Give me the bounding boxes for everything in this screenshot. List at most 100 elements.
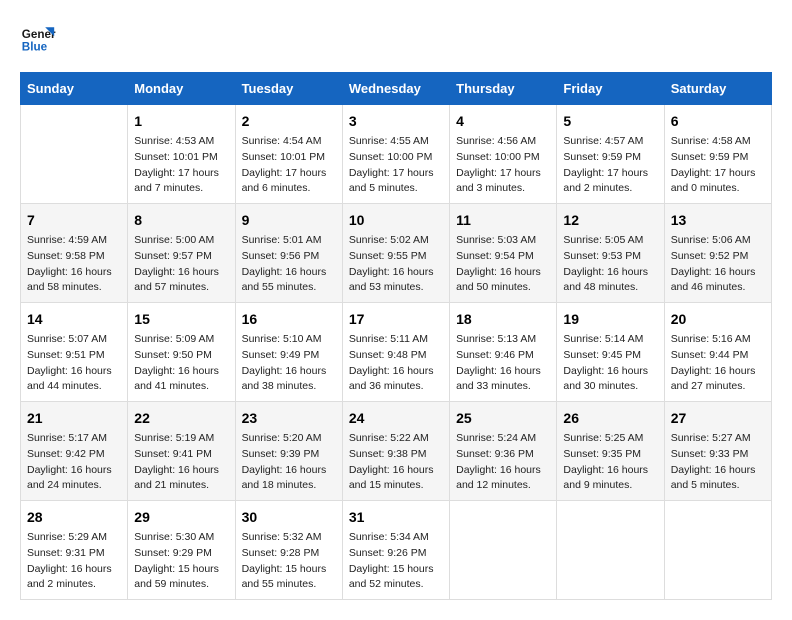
- day-info: Sunrise: 5:17 AM Sunset: 9:42 PM Dayligh…: [27, 431, 121, 494]
- col-header-friday: Friday: [557, 73, 664, 105]
- calendar-cell: 6Sunrise: 4:58 AM Sunset: 9:59 PM Daylig…: [664, 105, 771, 204]
- day-info: Sunrise: 5:29 AM Sunset: 9:31 PM Dayligh…: [27, 530, 121, 593]
- day-info: Sunrise: 5:01 AM Sunset: 9:56 PM Dayligh…: [242, 233, 336, 296]
- calendar-cell: 4Sunrise: 4:56 AM Sunset: 10:00 PM Dayli…: [450, 105, 557, 204]
- day-info: Sunrise: 5:00 AM Sunset: 9:57 PM Dayligh…: [134, 233, 228, 296]
- logo-icon: General Blue: [20, 20, 56, 56]
- calendar-cell: 28Sunrise: 5:29 AM Sunset: 9:31 PM Dayli…: [21, 501, 128, 600]
- calendar-cell: 14Sunrise: 5:07 AM Sunset: 9:51 PM Dayli…: [21, 303, 128, 402]
- day-number: 14: [27, 309, 121, 330]
- day-number: 26: [563, 408, 657, 429]
- calendar-cell: [450, 501, 557, 600]
- day-info: Sunrise: 5:20 AM Sunset: 9:39 PM Dayligh…: [242, 431, 336, 494]
- calendar-table: SundayMondayTuesdayWednesdayThursdayFrid…: [20, 72, 772, 600]
- calendar-cell: 29Sunrise: 5:30 AM Sunset: 9:29 PM Dayli…: [128, 501, 235, 600]
- day-number: 21: [27, 408, 121, 429]
- day-info: Sunrise: 5:05 AM Sunset: 9:53 PM Dayligh…: [563, 233, 657, 296]
- calendar-cell: 30Sunrise: 5:32 AM Sunset: 9:28 PM Dayli…: [235, 501, 342, 600]
- day-number: 3: [349, 111, 443, 132]
- calendar-week-row: 28Sunrise: 5:29 AM Sunset: 9:31 PM Dayli…: [21, 501, 772, 600]
- calendar-cell: 12Sunrise: 5:05 AM Sunset: 9:53 PM Dayli…: [557, 204, 664, 303]
- day-number: 17: [349, 309, 443, 330]
- day-number: 12: [563, 210, 657, 231]
- day-number: 6: [671, 111, 765, 132]
- day-number: 29: [134, 507, 228, 528]
- calendar-cell: 25Sunrise: 5:24 AM Sunset: 9:36 PM Dayli…: [450, 402, 557, 501]
- day-info: Sunrise: 5:32 AM Sunset: 9:28 PM Dayligh…: [242, 530, 336, 593]
- calendar-cell: 11Sunrise: 5:03 AM Sunset: 9:54 PM Dayli…: [450, 204, 557, 303]
- calendar-week-row: 1Sunrise: 4:53 AM Sunset: 10:01 PM Dayli…: [21, 105, 772, 204]
- calendar-cell: 10Sunrise: 5:02 AM Sunset: 9:55 PM Dayli…: [342, 204, 449, 303]
- calendar-header-row: SundayMondayTuesdayWednesdayThursdayFrid…: [21, 73, 772, 105]
- day-number: 24: [349, 408, 443, 429]
- calendar-cell: 19Sunrise: 5:14 AM Sunset: 9:45 PM Dayli…: [557, 303, 664, 402]
- day-number: 30: [242, 507, 336, 528]
- day-number: 31: [349, 507, 443, 528]
- col-header-wednesday: Wednesday: [342, 73, 449, 105]
- calendar-week-row: 7Sunrise: 4:59 AM Sunset: 9:58 PM Daylig…: [21, 204, 772, 303]
- day-info: Sunrise: 5:03 AM Sunset: 9:54 PM Dayligh…: [456, 233, 550, 296]
- day-info: Sunrise: 4:53 AM Sunset: 10:01 PM Daylig…: [134, 134, 228, 197]
- calendar-cell: 13Sunrise: 5:06 AM Sunset: 9:52 PM Dayli…: [664, 204, 771, 303]
- day-info: Sunrise: 4:56 AM Sunset: 10:00 PM Daylig…: [456, 134, 550, 197]
- col-header-sunday: Sunday: [21, 73, 128, 105]
- calendar-cell: 17Sunrise: 5:11 AM Sunset: 9:48 PM Dayli…: [342, 303, 449, 402]
- calendar-cell: [21, 105, 128, 204]
- svg-text:Blue: Blue: [22, 41, 48, 54]
- day-info: Sunrise: 5:13 AM Sunset: 9:46 PM Dayligh…: [456, 332, 550, 395]
- day-number: 27: [671, 408, 765, 429]
- day-number: 18: [456, 309, 550, 330]
- day-number: 5: [563, 111, 657, 132]
- day-info: Sunrise: 5:16 AM Sunset: 9:44 PM Dayligh…: [671, 332, 765, 395]
- calendar-cell: 24Sunrise: 5:22 AM Sunset: 9:38 PM Dayli…: [342, 402, 449, 501]
- day-info: Sunrise: 4:57 AM Sunset: 9:59 PM Dayligh…: [563, 134, 657, 197]
- day-info: Sunrise: 4:55 AM Sunset: 10:00 PM Daylig…: [349, 134, 443, 197]
- calendar-cell: [557, 501, 664, 600]
- calendar-cell: 21Sunrise: 5:17 AM Sunset: 9:42 PM Dayli…: [21, 402, 128, 501]
- day-info: Sunrise: 5:10 AM Sunset: 9:49 PM Dayligh…: [242, 332, 336, 395]
- calendar-week-row: 21Sunrise: 5:17 AM Sunset: 9:42 PM Dayli…: [21, 402, 772, 501]
- day-info: Sunrise: 5:14 AM Sunset: 9:45 PM Dayligh…: [563, 332, 657, 395]
- calendar-cell: 1Sunrise: 4:53 AM Sunset: 10:01 PM Dayli…: [128, 105, 235, 204]
- day-info: Sunrise: 5:25 AM Sunset: 9:35 PM Dayligh…: [563, 431, 657, 494]
- calendar-cell: 31Sunrise: 5:34 AM Sunset: 9:26 PM Dayli…: [342, 501, 449, 600]
- day-info: Sunrise: 5:27 AM Sunset: 9:33 PM Dayligh…: [671, 431, 765, 494]
- calendar-cell: 26Sunrise: 5:25 AM Sunset: 9:35 PM Dayli…: [557, 402, 664, 501]
- calendar-cell: 16Sunrise: 5:10 AM Sunset: 9:49 PM Dayli…: [235, 303, 342, 402]
- day-number: 8: [134, 210, 228, 231]
- page-header: General Blue: [20, 20, 772, 56]
- day-info: Sunrise: 4:59 AM Sunset: 9:58 PM Dayligh…: [27, 233, 121, 296]
- calendar-week-row: 14Sunrise: 5:07 AM Sunset: 9:51 PM Dayli…: [21, 303, 772, 402]
- day-number: 11: [456, 210, 550, 231]
- day-info: Sunrise: 4:54 AM Sunset: 10:01 PM Daylig…: [242, 134, 336, 197]
- calendar-cell: 9Sunrise: 5:01 AM Sunset: 9:56 PM Daylig…: [235, 204, 342, 303]
- calendar-cell: 27Sunrise: 5:27 AM Sunset: 9:33 PM Dayli…: [664, 402, 771, 501]
- day-number: 10: [349, 210, 443, 231]
- calendar-cell: 18Sunrise: 5:13 AM Sunset: 9:46 PM Dayli…: [450, 303, 557, 402]
- calendar-cell: 20Sunrise: 5:16 AM Sunset: 9:44 PM Dayli…: [664, 303, 771, 402]
- day-number: 20: [671, 309, 765, 330]
- day-info: Sunrise: 5:30 AM Sunset: 9:29 PM Dayligh…: [134, 530, 228, 593]
- day-number: 19: [563, 309, 657, 330]
- calendar-cell: 15Sunrise: 5:09 AM Sunset: 9:50 PM Dayli…: [128, 303, 235, 402]
- col-header-monday: Monday: [128, 73, 235, 105]
- col-header-thursday: Thursday: [450, 73, 557, 105]
- day-info: Sunrise: 4:58 AM Sunset: 9:59 PM Dayligh…: [671, 134, 765, 197]
- calendar-cell: 3Sunrise: 4:55 AM Sunset: 10:00 PM Dayli…: [342, 105, 449, 204]
- day-number: 25: [456, 408, 550, 429]
- logo: General Blue: [20, 20, 60, 56]
- day-number: 15: [134, 309, 228, 330]
- day-info: Sunrise: 5:24 AM Sunset: 9:36 PM Dayligh…: [456, 431, 550, 494]
- day-number: 28: [27, 507, 121, 528]
- col-header-tuesday: Tuesday: [235, 73, 342, 105]
- day-number: 4: [456, 111, 550, 132]
- day-info: Sunrise: 5:06 AM Sunset: 9:52 PM Dayligh…: [671, 233, 765, 296]
- day-info: Sunrise: 5:09 AM Sunset: 9:50 PM Dayligh…: [134, 332, 228, 395]
- day-info: Sunrise: 5:34 AM Sunset: 9:26 PM Dayligh…: [349, 530, 443, 593]
- day-number: 13: [671, 210, 765, 231]
- day-info: Sunrise: 5:02 AM Sunset: 9:55 PM Dayligh…: [349, 233, 443, 296]
- day-number: 2: [242, 111, 336, 132]
- calendar-cell: 23Sunrise: 5:20 AM Sunset: 9:39 PM Dayli…: [235, 402, 342, 501]
- calendar-cell: 2Sunrise: 4:54 AM Sunset: 10:01 PM Dayli…: [235, 105, 342, 204]
- day-info: Sunrise: 5:11 AM Sunset: 9:48 PM Dayligh…: [349, 332, 443, 395]
